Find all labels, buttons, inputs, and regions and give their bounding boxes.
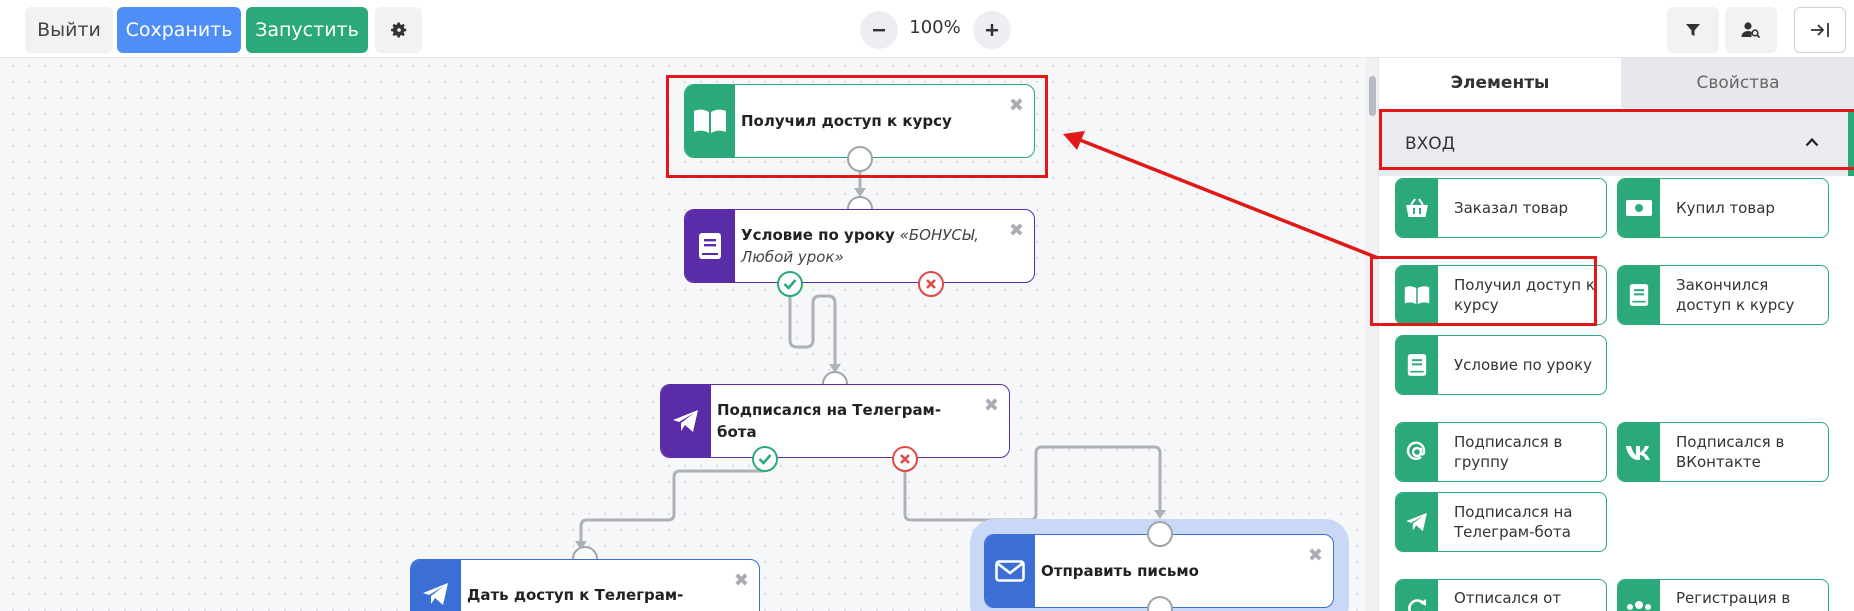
cross-icon (900, 454, 910, 464)
users-icon (1627, 601, 1651, 610)
money-icon (1626, 200, 1652, 216)
book-icon (1629, 284, 1649, 306)
node-lesson-condition[interactable]: Условие по уроку «БОНУСЫ, Любой урок» ✖ (684, 209, 1035, 283)
check-icon (758, 454, 772, 465)
book-icon (699, 233, 721, 259)
element-card-lesson-condition[interactable]: Условие по уроку (1395, 335, 1607, 395)
node-send-email-title: Отправить письмо (1041, 562, 1199, 580)
element-card-course-access-ended[interactable]: Закончился доступ к курсу (1617, 265, 1829, 325)
node-telegram-group[interactable]: Дать доступ к Телеграм-группе ✖ (410, 559, 760, 611)
node-lesson-condition-icon-box (685, 210, 735, 282)
node-send-email-icon-box (985, 535, 1035, 607)
node-lesson-condition-title: Условие по уроку (741, 226, 895, 244)
tab-properties[interactable]: Свойства (1621, 58, 1854, 108)
node-telegram-bot-icon-box (661, 385, 711, 457)
node-telegram-group-title: Дать доступ к Телеграм-группе (467, 586, 684, 611)
at-icon (1406, 441, 1426, 460)
node-lesson-condition-fail-port[interactable] (918, 271, 944, 297)
node-telegram-bot-title: Подписался на Телеграм-бота (717, 401, 942, 441)
envelope-icon (995, 560, 1025, 582)
node-telegram-bot-success-port[interactable] (752, 446, 778, 472)
element-card-label: Заказал товар (1454, 199, 1569, 217)
node-send-email-input-port[interactable] (1147, 521, 1173, 547)
element-card-group-subscribe[interactable]: Подписался в группу (1395, 422, 1607, 482)
element-card-label: Подписался в группу (1454, 433, 1563, 471)
node-lesson-condition-success-port[interactable] (777, 271, 803, 297)
element-card-ordered[interactable]: Заказал товар (1395, 178, 1607, 238)
highlight-box-node (666, 75, 1048, 178)
node-telegram-group-close-icon[interactable]: ✖ (734, 570, 749, 591)
refresh-icon (1408, 599, 1426, 611)
node-send-email-close-icon[interactable]: ✖ (1308, 545, 1323, 566)
node-telegram-bot[interactable]: Подписался на Телеграм-бота ✖ (660, 384, 1010, 458)
highlight-box-card (1370, 256, 1597, 326)
element-card-label: Подписался на Телеграм-бота (1454, 503, 1573, 541)
element-card-vk-subscribe[interactable]: Подписался в ВКонтакте (1617, 422, 1829, 482)
element-card-telegram-bot[interactable]: Подписался на Телеграм-бота (1395, 492, 1607, 552)
basket-icon (1406, 198, 1428, 217)
book-icon (1407, 354, 1427, 376)
element-card-label: Купил товар (1676, 199, 1775, 217)
node-telegram-bot-close-icon[interactable]: ✖ (984, 395, 999, 416)
element-card-label: Условие по уроку (1454, 356, 1593, 374)
element-card-label: Закончился доступ к курсу (1676, 276, 1795, 314)
cross-icon (926, 279, 936, 289)
node-telegram-bot-fail-port[interactable] (892, 446, 918, 472)
node-telegram-group-icon-box (411, 560, 461, 611)
element-card-unsubscribed[interactable]: Отписался от (1395, 579, 1607, 611)
tab-elements[interactable]: Элементы (1379, 58, 1621, 108)
element-card-registration[interactable]: Регистрация в (1617, 579, 1829, 611)
element-card-label: Подписался в ВКонтакте (1676, 433, 1785, 471)
element-card-label: Отписался от (1454, 589, 1562, 607)
vk-icon (1626, 446, 1650, 460)
highlight-box-section (1379, 109, 1854, 170)
telegram-icon (673, 410, 698, 432)
element-card-label: Регистрация в (1676, 589, 1791, 607)
telegram-icon (1406, 512, 1427, 532)
check-icon (783, 279, 797, 290)
node-lesson-condition-close-icon[interactable]: ✖ (1009, 220, 1024, 241)
telegram-icon (423, 583, 448, 605)
element-card-purchased[interactable]: Купил товар (1617, 178, 1829, 238)
